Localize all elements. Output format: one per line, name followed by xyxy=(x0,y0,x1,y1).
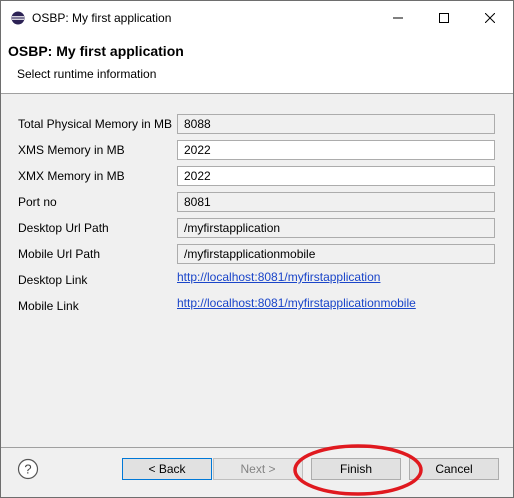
close-icon xyxy=(485,13,495,23)
mobile-url-path-label: Mobile Url Path xyxy=(18,247,101,261)
wizard-window: OSBP: My first application OSBP: My firs… xyxy=(0,0,514,498)
port-label: Port no xyxy=(18,195,57,209)
minimize-icon xyxy=(393,17,403,19)
port-field[interactable] xyxy=(177,192,495,212)
mobile-link-label: Mobile Link xyxy=(18,299,79,313)
eclipse-icon xyxy=(11,11,25,25)
xms-memory-field[interactable] xyxy=(177,140,495,160)
total-memory-field[interactable] xyxy=(177,114,495,134)
wizard-header: OSBP: My first application Select runtim… xyxy=(1,35,513,94)
finish-button[interactable]: Finish xyxy=(311,458,401,480)
desktop-link-label: Desktop Link xyxy=(18,273,88,287)
page-title: OSBP: My first application xyxy=(8,43,184,59)
back-button[interactable]: < Back xyxy=(122,458,212,480)
title-bar: OSBP: My first application xyxy=(1,1,513,35)
mobile-link[interactable]: http://localhost:8081/myfirstapplication… xyxy=(177,296,416,310)
desktop-link[interactable]: http://localhost:8081/myfirstapplication xyxy=(177,270,380,284)
button-bar-divider xyxy=(1,447,513,448)
desktop-url-path-label: Desktop Url Path xyxy=(18,221,109,235)
xms-memory-label: XMS Memory in MB xyxy=(18,143,125,157)
desktop-url-path-field[interactable] xyxy=(177,218,495,238)
maximize-icon xyxy=(439,13,449,23)
help-icon[interactable]: ? xyxy=(17,458,39,480)
xmx-memory-label: XMX Memory in MB xyxy=(18,169,125,183)
close-button[interactable] xyxy=(467,1,513,35)
minimize-button[interactable] xyxy=(375,1,421,35)
next-button[interactable]: Next > xyxy=(213,458,303,480)
svg-text:?: ? xyxy=(24,462,31,477)
total-memory-label: Total Physical Memory in MB xyxy=(18,117,173,131)
mobile-url-path-field[interactable] xyxy=(177,244,495,264)
page-subtitle: Select runtime information xyxy=(17,67,157,81)
window-title: OSBP: My first application xyxy=(32,11,172,25)
cancel-button[interactable]: Cancel xyxy=(409,458,499,480)
xmx-memory-field[interactable] xyxy=(177,166,495,186)
maximize-button[interactable] xyxy=(421,1,467,35)
